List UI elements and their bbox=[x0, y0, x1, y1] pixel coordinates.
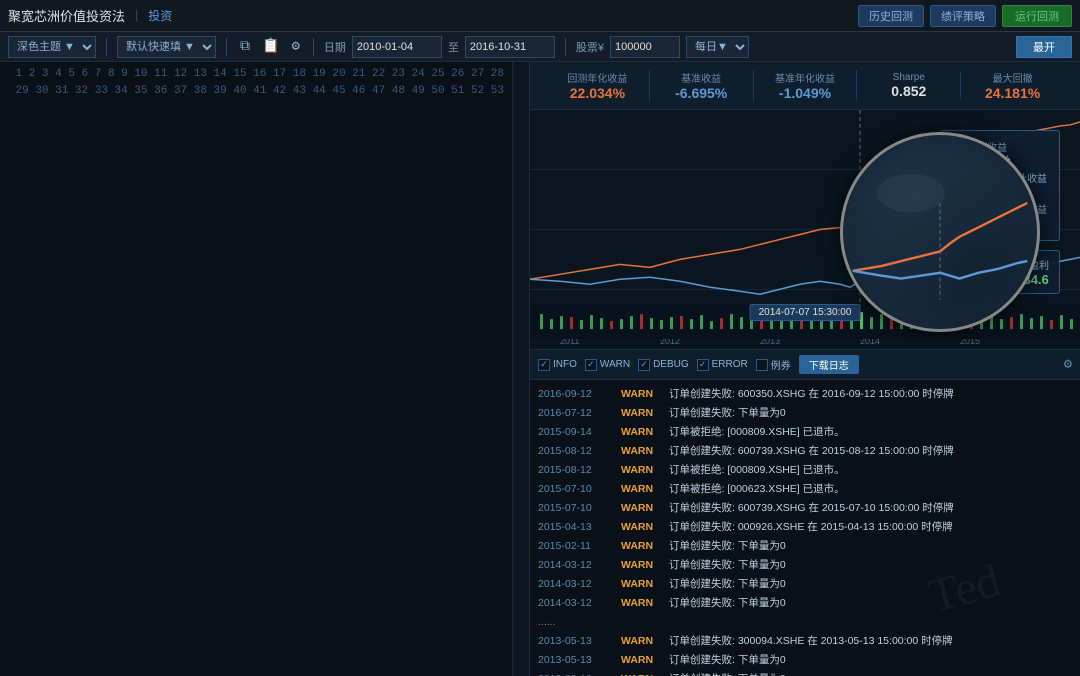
log-row: 2015-04-13WARN订单创建失败: 000926.XSHE 在 2015… bbox=[530, 517, 1080, 536]
tooltip-item-strategy: 我的策略累计收益 25.942% bbox=[953, 170, 1047, 197]
start-btn[interactable]: 最开 bbox=[1016, 36, 1072, 58]
main-layout: 1 2 3 4 5 6 7 8 9 10 11 12 13 14 15 16 1… bbox=[0, 62, 1080, 676]
tooltip-value-excess: 65.078% bbox=[967, 154, 1010, 166]
log-row: 2015-08-12WARN订单被拒绝: [000809.XSHE] 已退市。 bbox=[530, 460, 1080, 479]
comment-btn[interactable]: 绩评策略 bbox=[930, 5, 996, 27]
tooltip-dot-strategy bbox=[953, 180, 961, 188]
check-warn[interactable]: ✓ WARN bbox=[585, 359, 630, 371]
log-row: 2013-05-13WARN订单创建失败: 300094.XSHE 在 2013… bbox=[530, 631, 1080, 650]
code-content[interactable]: # 安装已import并评级文档的第三方python模块，比如pandas, n… bbox=[513, 62, 529, 676]
stat-item: Sharpe0.852 bbox=[857, 72, 961, 99]
stat-item: 最大回撤24.181% bbox=[961, 70, 1064, 101]
log-row: 2016-09-12WARN订单创建失败: 600350.XSHG 在 2016… bbox=[530, 384, 1080, 403]
quickfill-select[interactable]: 默认快速填 ▼ bbox=[117, 36, 216, 58]
stat-item: 基准年化收益-1.049% bbox=[754, 70, 858, 101]
date-to-input[interactable] bbox=[465, 36, 555, 58]
stat-item: 回测年化收益22.034% bbox=[546, 70, 650, 101]
date-to-label: 至 bbox=[448, 39, 459, 55]
tooltip-dot-excess bbox=[953, 149, 961, 157]
toolbar: 深色主题 ▼ 默认快速填 ▼ ⧉ 📋 ⚙ 日期 至 股票¥ 每日▼ 最开 bbox=[0, 32, 1080, 62]
log-row: 2016-07-12WARN订单创建失败: 下单量为0 bbox=[530, 403, 1080, 422]
log-row: 2015-09-14WARN订单被拒绝: [000809.XSHE] 已退市。 bbox=[530, 422, 1080, 441]
tooltip-value-benchmark: -39.136% bbox=[967, 216, 1047, 228]
chart-tooltip: 超额收益 65.078% 我的策略累计收益 25.942% 基准策略累计收益 bbox=[940, 130, 1060, 241]
log-row: 2015-07-10WARN订单创建失败: 600739.XSHG 在 2015… bbox=[530, 498, 1080, 517]
tooltip-item-excess: 超额收益 65.078% bbox=[953, 139, 1047, 166]
tooltip-dot-benchmark bbox=[953, 211, 961, 219]
history-btn[interactable]: 历史回测 bbox=[858, 5, 924, 27]
run-btn[interactable]: 运行回测 bbox=[1002, 5, 1072, 27]
top-bar-right: 历史回测 绩评策略 运行回测 bbox=[858, 5, 1072, 27]
paste-icon[interactable]: 📋 bbox=[259, 38, 282, 55]
chart-tooltip2: 当日盈利 ¥634.6 bbox=[998, 250, 1060, 294]
log-row: 2014-03-12WARN订单创建失败: 下单量为0 bbox=[530, 574, 1080, 593]
tooltip-value-strategy: 25.942% bbox=[967, 185, 1047, 197]
tooltip2-value: ¥634.6 bbox=[1009, 272, 1049, 287]
settings-icon[interactable]: ⚙ bbox=[288, 38, 302, 55]
line-numbers: 1 2 3 4 5 6 7 8 9 10 11 12 13 14 15 16 1… bbox=[0, 62, 513, 676]
log-panel: ✓ INFO ✓ WARN ✓ DEBUG ✓ ERROR 例券 bbox=[530, 350, 1080, 676]
tooltip-item-benchmark: 基准策略累计收益 -39.136% bbox=[953, 201, 1047, 228]
tooltip-label-benchmark: 基准策略累计收益 bbox=[967, 201, 1047, 216]
date-from-input[interactable] bbox=[352, 36, 442, 58]
freq-select[interactable]: 每日▼ bbox=[686, 36, 749, 58]
chart-area: 2011 2012 2013 2014 2015 bbox=[530, 110, 1080, 350]
stat-item: 基准收益-6.695% bbox=[650, 70, 754, 101]
capital-label: 股票¥ bbox=[576, 39, 604, 55]
chart-date-label: 2014-07-07 15:30:00 bbox=[750, 304, 861, 321]
log-row: ...... bbox=[530, 612, 1080, 631]
check-info[interactable]: ✓ INFO bbox=[538, 359, 577, 371]
log-gear-icon[interactable]: ⚙ bbox=[1064, 356, 1072, 373]
tooltip-label-strategy: 我的策略累计收益 bbox=[967, 170, 1047, 185]
log-row: 2014-03-12WARN订单创建失败: 下单量为0 bbox=[530, 555, 1080, 574]
log-row: 2014-03-12WARN订单创建失败: 下单量为0 bbox=[530, 593, 1080, 612]
tooltip-label-excess: 超额收益 bbox=[967, 139, 1010, 154]
tooltip2-label: 当日盈利 bbox=[1009, 257, 1049, 272]
top-link[interactable]: 投资 bbox=[148, 7, 172, 24]
app-title: 聚宽芯洲价值投资法 bbox=[8, 6, 125, 25]
log-row: 2012-08-10WARN订单创建失败: 下单量为0 bbox=[530, 669, 1080, 676]
download-log-btn[interactable]: 下载日志 bbox=[799, 355, 859, 374]
check-debug[interactable]: ✓ DEBUG bbox=[638, 359, 689, 371]
right-panel: 回测年化收益22.034%基准收益-6.695%基准年化收益-1.049%Sha… bbox=[530, 62, 1080, 676]
log-row: 2015-02-11WARN订单创建失败: 下单量为0 bbox=[530, 536, 1080, 555]
log-row: 2015-08-12WARN订单创建失败: 600739.XSHG 在 2015… bbox=[530, 441, 1080, 460]
code-editor: 1 2 3 4 5 6 7 8 9 10 11 12 13 14 15 16 1… bbox=[0, 62, 530, 676]
log-row: 2013-05-13WARN订单创建失败: 下单量为0 bbox=[530, 650, 1080, 669]
copy-icon[interactable]: ⧉ bbox=[237, 39, 253, 55]
capital-input[interactable] bbox=[610, 36, 680, 58]
check-example[interactable]: 例券 bbox=[756, 357, 791, 372]
check-error[interactable]: ✓ ERROR bbox=[697, 359, 748, 371]
log-toolbar: ✓ INFO ✓ WARN ✓ DEBUG ✓ ERROR 例券 bbox=[530, 350, 1080, 380]
stats-bar: 回测年化收益22.034%基准收益-6.695%基准年化收益-1.049%Sha… bbox=[530, 62, 1080, 110]
theme-select[interactable]: 深色主题 ▼ bbox=[8, 36, 96, 58]
log-content: 2016-09-12WARN订单创建失败: 600350.XSHG 在 2016… bbox=[530, 380, 1080, 676]
top-bar: 聚宽芯洲价值投资法 | 投资 历史回测 绩评策略 运行回测 bbox=[0, 0, 1080, 32]
log-row: 2015-07-10WARN订单被拒绝: [000623.XSHE] 已退市。 bbox=[530, 479, 1080, 498]
date-from-label: 日期 bbox=[324, 39, 346, 55]
